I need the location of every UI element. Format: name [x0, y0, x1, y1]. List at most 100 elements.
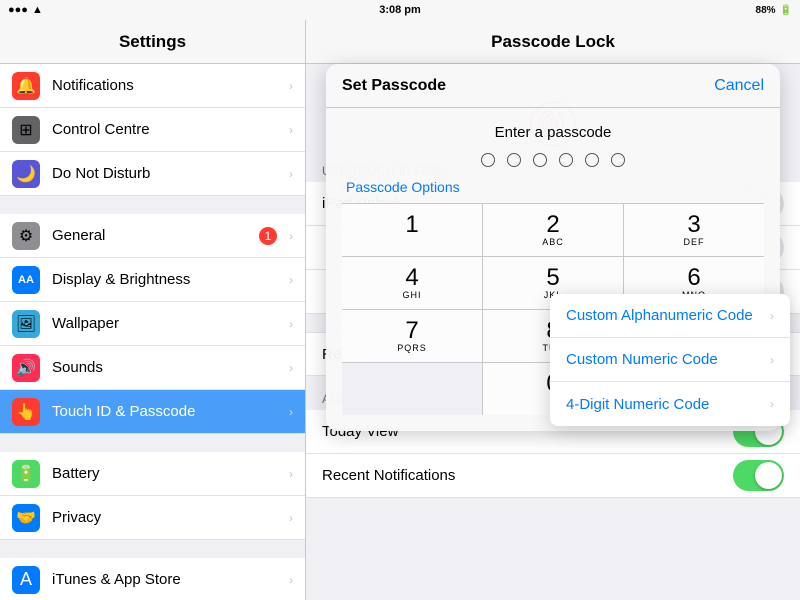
passcode-dot-3 [533, 153, 547, 167]
general-badge: 1 [259, 227, 277, 245]
key-digit-6: 6 [687, 266, 700, 290]
passcode-options-button[interactable]: Passcode Options [342, 179, 460, 195]
signal-icon: ●●● [8, 4, 28, 16]
itunes-icon: A [12, 566, 40, 594]
sidebar-item-battery[interactable]: 🔋 Battery › [0, 452, 305, 496]
numpad-key-empty [342, 363, 482, 415]
sidebar-title: Settings [119, 32, 186, 52]
sidebar-gap [0, 540, 305, 558]
sidebar-item-display[interactable]: AA Display & Brightness › [0, 258, 305, 302]
right-title: Passcode Lock [491, 32, 615, 52]
dropdown-numeric-label: Custom Numeric Code [566, 351, 718, 368]
display-label: Display & Brightness [52, 271, 277, 288]
key-digit-2: 2 [546, 213, 559, 237]
options-dropdown: Custom Alphanumeric Code › Custom Numeri… [550, 294, 790, 426]
battery-icon: 🔋 [12, 460, 40, 488]
numpad-key-2[interactable]: 2 ABC [483, 204, 623, 256]
sounds-label: Sounds [52, 359, 277, 376]
passcode-dot-5 [585, 153, 599, 167]
status-right: 88% 🔋 [756, 5, 792, 16]
general-label: General [52, 227, 247, 244]
sidebar-item-sounds[interactable]: 🔊 Sounds › [0, 346, 305, 390]
notifications-label: Notifications [52, 77, 277, 94]
dropdown-chevron-3: › [770, 397, 774, 411]
recent-notifications-row: Recent Notifications [306, 454, 800, 498]
sidebar-item-privacy[interactable]: 🤝 Privacy › [0, 496, 305, 540]
passcode-dot-1 [481, 153, 495, 167]
key-letters-7: PQRS [397, 343, 427, 353]
dialog-header: Set Passcode Cancel [326, 64, 780, 108]
chevron-icon: › [289, 317, 293, 331]
recent-notifications-toggle[interactable] [733, 460, 784, 491]
chevron-icon: › [289, 511, 293, 525]
passcode-dot-6 [611, 153, 625, 167]
sidebar-item-general[interactable]: ⚙ General 1 › [0, 214, 305, 258]
passcode-dot-2 [507, 153, 521, 167]
chevron-icon: › [289, 167, 293, 181]
sidebar-item-control-centre[interactable]: ⊞ Control Centre › [0, 108, 305, 152]
general-icon: ⚙ [12, 222, 40, 250]
battery-text: 88% [756, 5, 776, 16]
right-header: Passcode Lock [306, 20, 800, 64]
control-centre-label: Control Centre [52, 121, 277, 138]
wallpaper-label: Wallpaper [52, 315, 277, 332]
recent-notifications-label: Recent Notifications [322, 467, 733, 484]
numpad-key-7[interactable]: 7 PQRS [342, 310, 482, 362]
itunes-label: iTunes & App Store [52, 571, 277, 588]
key-digit-5: 5 [546, 266, 559, 290]
dropdown-chevron-1: › [770, 309, 774, 323]
chevron-icon: › [289, 273, 293, 287]
dropdown-item-numeric[interactable]: Custom Numeric Code › [550, 338, 790, 382]
sounds-icon: 🔊 [12, 354, 40, 382]
key-digit-4: 4 [405, 266, 418, 290]
dropdown-item-4digit[interactable]: 4-Digit Numeric Code › [550, 382, 790, 426]
sidebar-item-wallpaper[interactable]: 🖼 Wallpaper › [0, 302, 305, 346]
battery-icon: 🔋 [780, 5, 792, 16]
status-left: ●●● ▲ [8, 4, 43, 16]
key-letters-2: ABC [542, 237, 564, 247]
numpad-key-1[interactable]: 1 [342, 204, 482, 256]
wallpaper-icon: 🖼 [12, 310, 40, 338]
display-icon: AA [12, 266, 40, 294]
key-digit-1: 1 [405, 213, 418, 237]
touch-id-label: Touch ID & Passcode [52, 403, 277, 420]
key-digit-3: 3 [687, 213, 700, 237]
chevron-icon: › [289, 573, 293, 587]
chevron-icon: › [289, 361, 293, 375]
chevron-icon: › [289, 229, 293, 243]
chevron-icon: › [289, 79, 293, 93]
status-time: 3:08 pm [379, 4, 421, 16]
dialog-title: Set Passcode [342, 77, 446, 95]
chevron-icon: › [289, 405, 293, 419]
do-not-disturb-label: Do Not Disturb [52, 165, 277, 182]
sidebar-gap [0, 196, 305, 214]
status-bar: ●●● ▲ 3:08 pm 88% 🔋 [0, 0, 800, 20]
chevron-icon: › [289, 467, 293, 481]
sidebar-gap [0, 434, 305, 452]
sidebar: Settings 🔔 Notifications › ⊞ Control Cen… [0, 20, 306, 600]
control-centre-icon: ⊞ [12, 116, 40, 144]
passcode-dialog: Set Passcode Cancel Enter a passcode Pas… [326, 64, 780, 431]
chevron-icon: › [289, 123, 293, 137]
numpad-key-3[interactable]: 3 DEF [624, 204, 764, 256]
sidebar-item-notifications[interactable]: 🔔 Notifications › [0, 64, 305, 108]
numpad-key-4[interactable]: 4 GHI [342, 257, 482, 309]
key-letters-3: DEF [684, 237, 705, 247]
passcode-dot-4 [559, 153, 573, 167]
sidebar-item-do-not-disturb[interactable]: 🌙 Do Not Disturb › [0, 152, 305, 196]
privacy-icon: 🤝 [12, 504, 40, 532]
sidebar-item-touch-id[interactable]: 👆 Touch ID & Passcode › [0, 390, 305, 434]
dropdown-4digit-label: 4-Digit Numeric Code [566, 396, 709, 413]
battery-label: Battery [52, 465, 277, 482]
privacy-label: Privacy [52, 509, 277, 526]
sidebar-item-itunes[interactable]: A iTunes & App Store › [0, 558, 305, 600]
wifi-icon: ▲ [32, 4, 43, 16]
main-layout: Settings 🔔 Notifications › ⊞ Control Cen… [0, 20, 800, 600]
dialog-prompt: Enter a passcode [495, 124, 612, 141]
notifications-icon: 🔔 [12, 72, 40, 100]
dialog-cancel-button[interactable]: Cancel [714, 77, 764, 95]
passcode-dots [481, 153, 625, 167]
dropdown-item-alphanumeric[interactable]: Custom Alphanumeric Code › [550, 294, 790, 338]
dropdown-alphanumeric-label: Custom Alphanumeric Code [566, 307, 753, 324]
sidebar-header: Settings [0, 20, 305, 64]
